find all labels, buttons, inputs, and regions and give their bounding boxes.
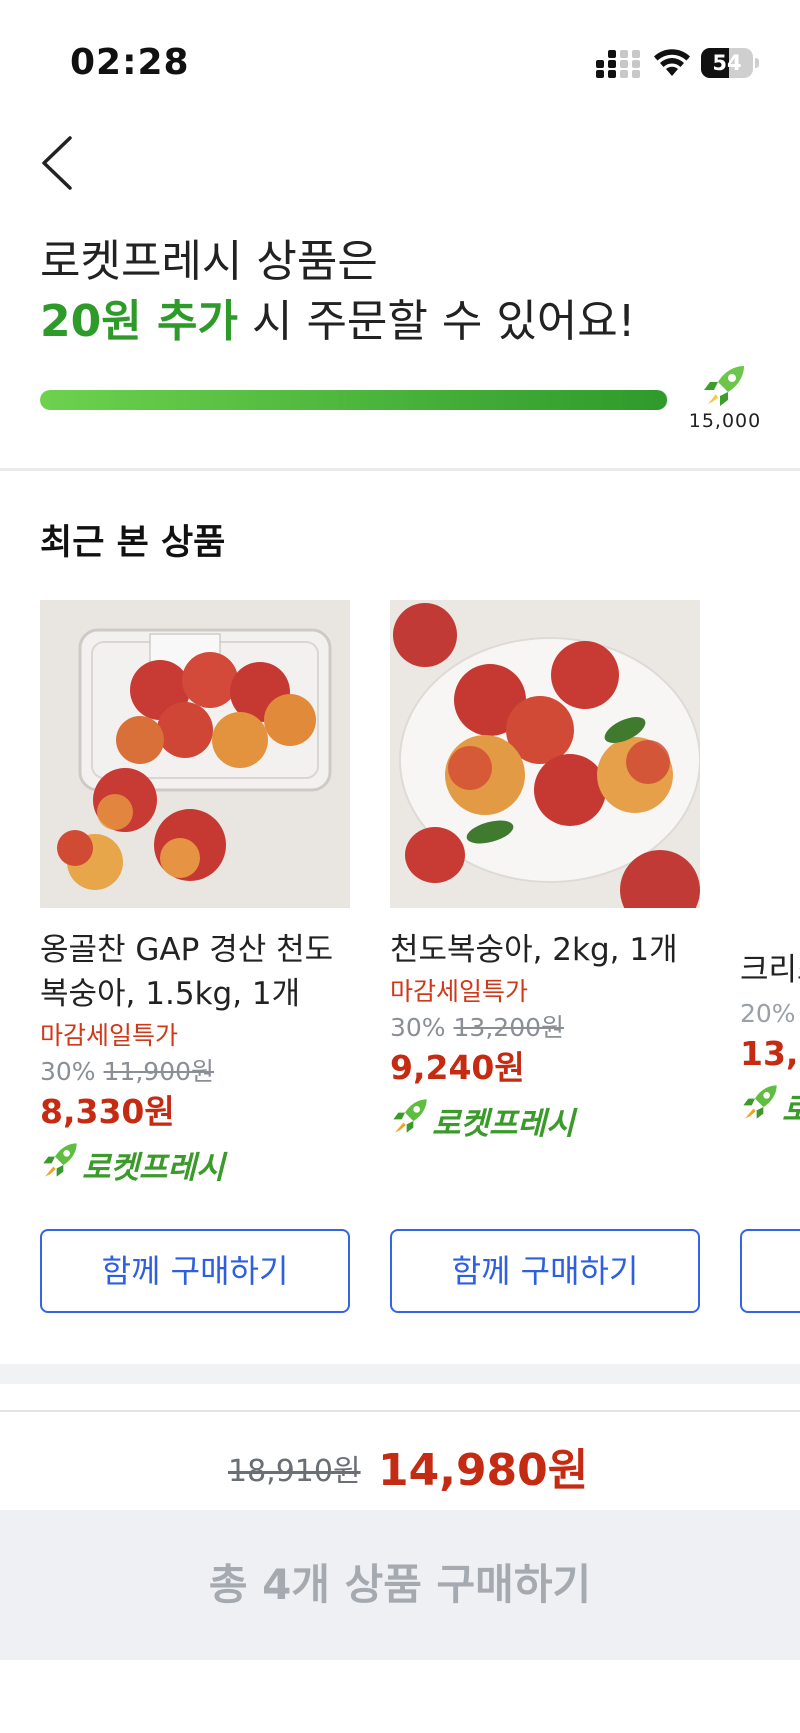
chevron-left-icon [42,136,72,190]
sale-badge: 마감세일특가 [390,977,529,1006]
checkout-button[interactable]: 총 4개 상품 구매하기 [0,1510,800,1660]
buy-together-button-partial[interactable] [740,1229,800,1313]
product-image[interactable] [390,600,700,908]
headline-amount: 20원 추가 [40,296,238,347]
product-name[interactable]: 옹골찬 GAP 경산 천도복숭아, 1.5kg, 1개 [40,928,350,1016]
back-button[interactable] [30,128,90,198]
sale-price: 13,5 [740,1034,800,1073]
headline-line1: 로켓프레시 상품은 [40,236,378,287]
rocket-icon [743,1085,777,1119]
divider [0,468,800,471]
delivery-label: 로켓프레시 [432,1106,575,1142]
discount-row: 30% 11,900원 [40,1054,350,1090]
status-bar: 02:28 54 [0,0,800,120]
sale-price: 9,240원 [390,1048,525,1087]
delivery-label: 로켓프레시 [82,1150,225,1186]
battery-percent: 54 [712,51,742,75]
total-original-price: 18,910원 [228,1454,361,1489]
discount-rate: 20% [740,999,796,1028]
total-price: 14,980원 [378,1445,589,1496]
section-separator [0,1364,800,1384]
product-card-partial[interactable]: 크리스프 20% 13,5 로 [740,600,800,1126]
product-card[interactable]: 옹골찬 GAP 경산 천도복숭아, 1.5kg, 1개 마감세일특가 30% 1… [40,600,350,1186]
product-name[interactable]: 천도복숭아, 2kg, 1개 [390,928,700,972]
buy-together-button[interactable]: 함께 구매하기 [40,1229,350,1313]
delivery-badge: 로켓프레시 [40,1140,350,1186]
rocket-icon [393,1099,427,1133]
order-progress-fill [40,390,668,410]
section-title: 최근 본 상품 [40,523,226,563]
delivery-label: 로 [782,1084,800,1126]
discount-rate: 30% [40,1057,96,1086]
status-time: 02:28 [70,42,190,83]
headline-line2: 20원 추가 시 주문할 수 있어요! [40,292,635,352]
cellular-signal-icon [596,50,640,78]
sale-price: 8,330원 [40,1092,175,1131]
sale-badge: 마감세일특가 [40,1021,179,1050]
product-card[interactable]: 천도복숭아, 2kg, 1개 마감세일특가 30% 13,200원 9,240원… [390,600,700,1142]
delivery-badge: 로 [740,1082,800,1126]
original-price: 13,200원 [453,1013,565,1042]
original-price: 11,900원 [103,1057,215,1086]
divider [0,1410,800,1412]
rocket-icon [704,366,744,406]
product-name[interactable]: 크리스프 [740,948,800,992]
delivery-badge: 로켓프레시 [390,1096,700,1142]
nectarines-plate-image [390,600,700,908]
nectarines-container-image [40,600,350,908]
order-progress-bar [40,390,668,410]
discount-row: 30% 13,200원 [390,1010,700,1046]
free-shipping-message: 로켓프레시 상품은 20원 추가 시 주문할 수 있어요! [40,232,635,352]
battery-icon: 54 [701,48,759,78]
product-image[interactable] [40,600,350,908]
discount-rate: 30% [390,1013,446,1042]
goal-amount: 15,000 [688,410,762,432]
buy-together-button[interactable]: 함께 구매하기 [390,1229,700,1313]
headline-rest: 시 주문할 수 있어요! [238,296,636,347]
rocket-icon [43,1143,77,1177]
screen: 02:28 54 로켓프레시 상품은 20원 추가 시 주문할 수 있어요! 1… [0,0,800,1733]
wifi-icon [654,49,690,76]
